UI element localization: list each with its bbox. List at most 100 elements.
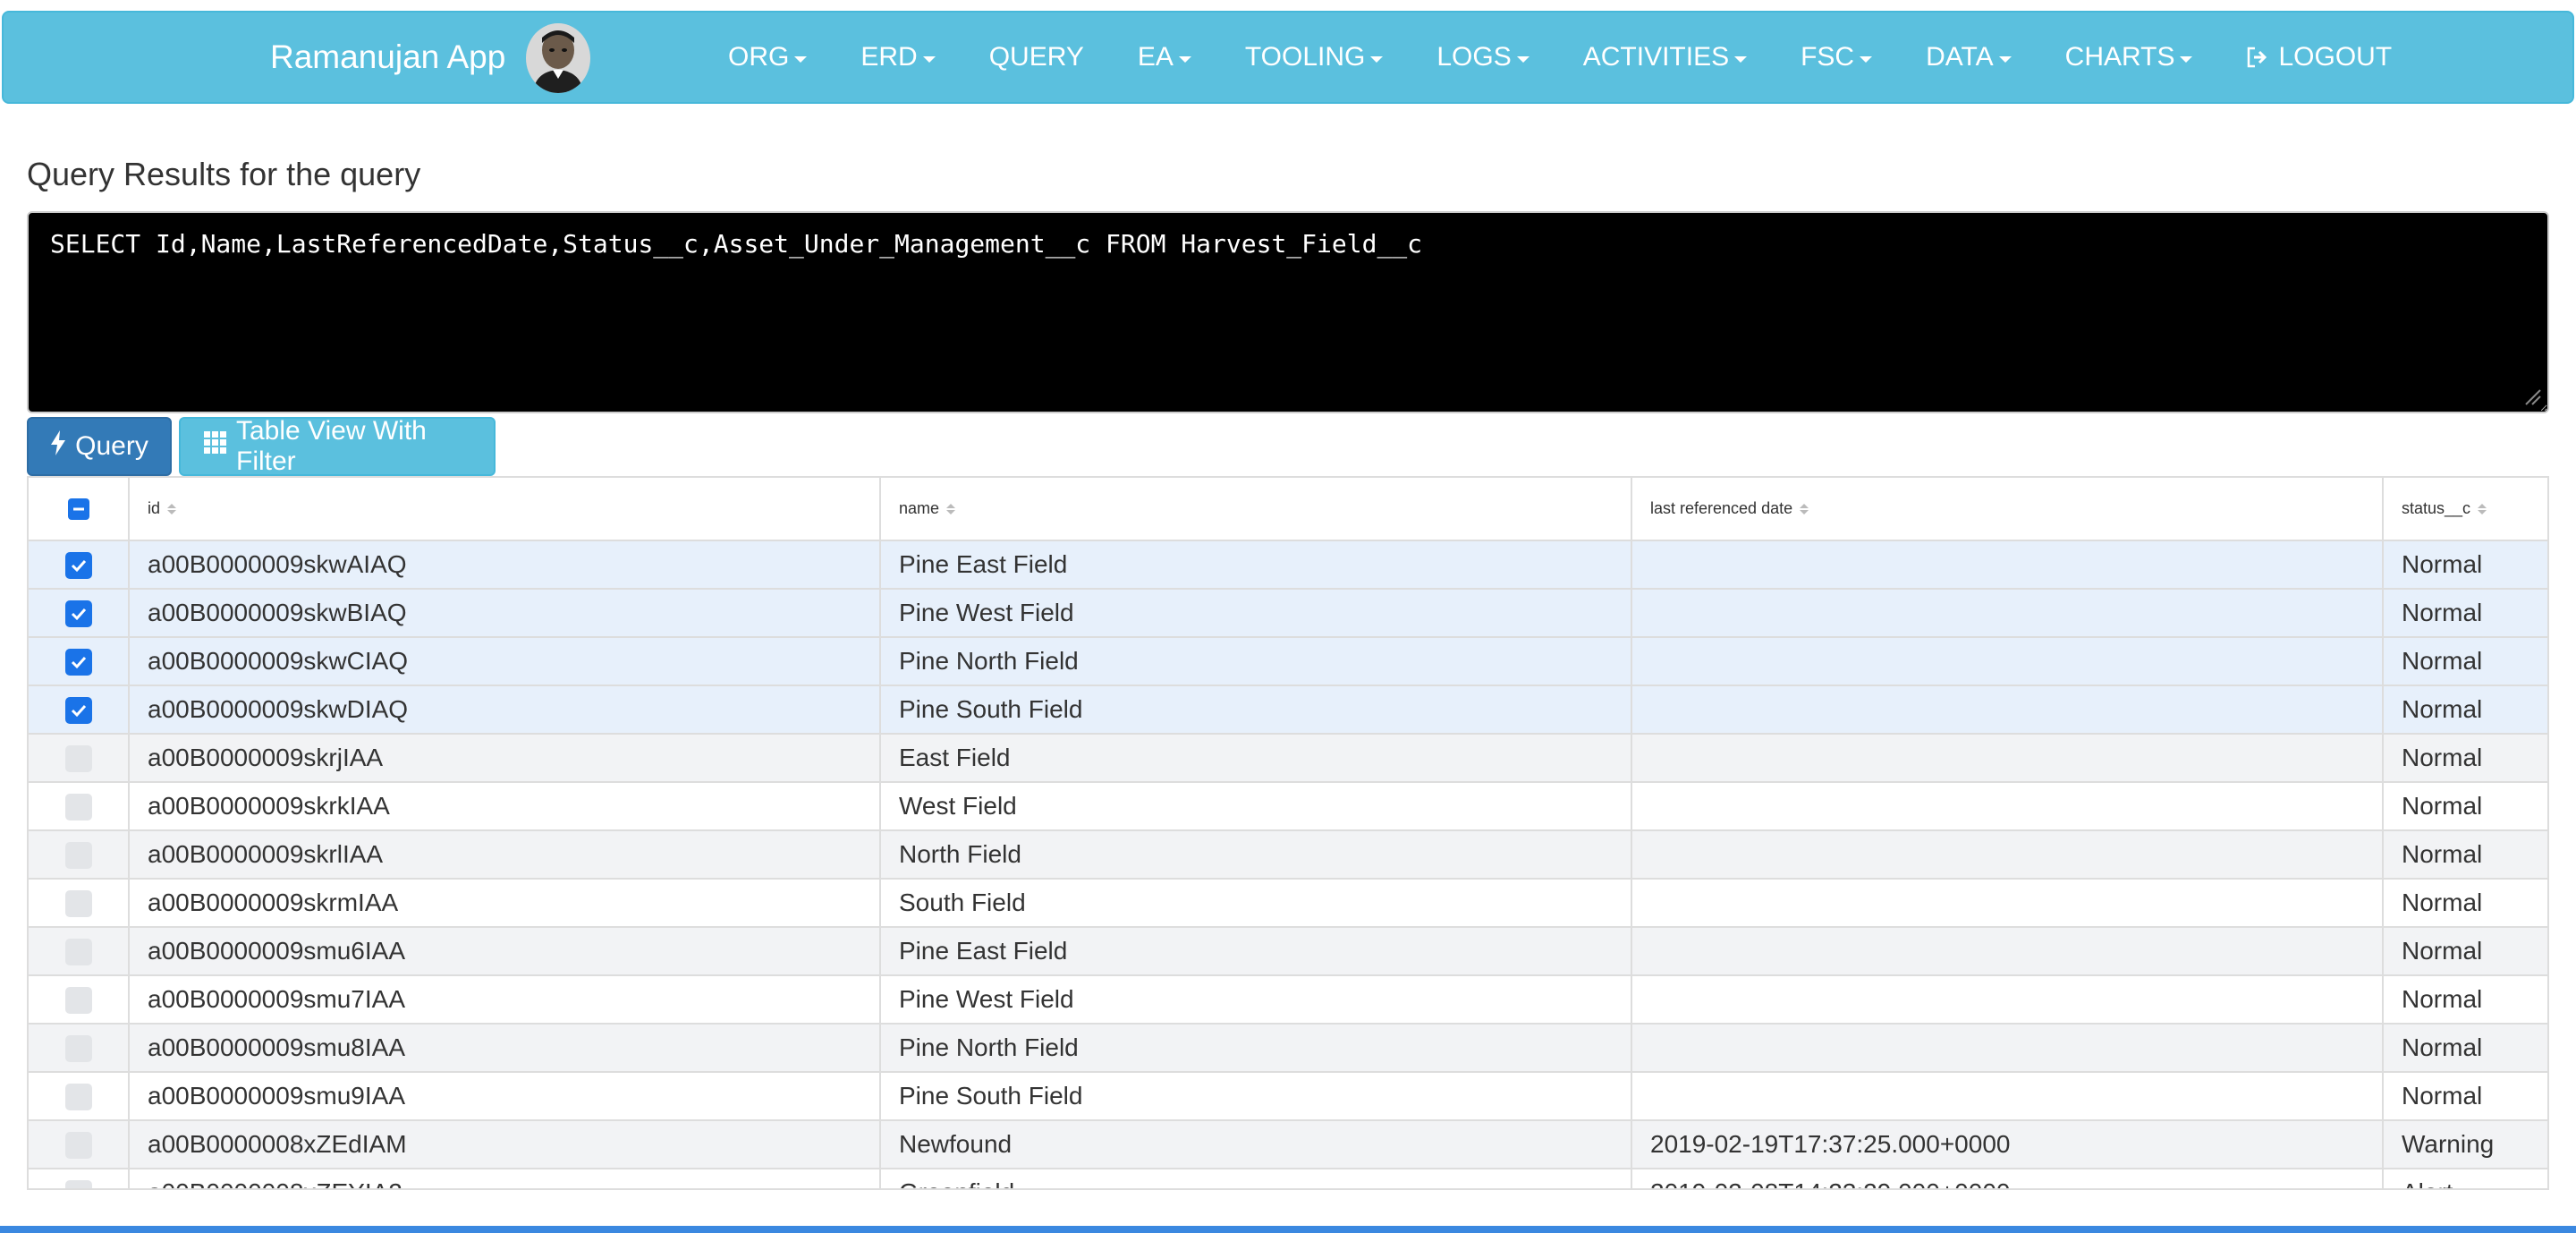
row-checkbox[interactable] [64,600,92,628]
action-buttons: Query Table View With Filter [27,416,496,476]
cell-last-referenced-date [1631,637,2384,686]
nav-item-query[interactable]: QUERY [962,13,1111,102]
query-button[interactable]: Query [27,417,172,476]
table-row[interactable]: a00B0000009smu8IAA Pine North Field Normal [29,1024,2547,1073]
column-header-label: id [148,499,161,517]
bottom-bar [0,1226,2576,1233]
page-title: Query Results for the query [27,156,421,192]
query-editor[interactable]: SELECT Id,Name,LastReferencedDate,Status… [27,211,2549,413]
row-checkbox[interactable] [64,1035,92,1063]
caret-down-icon [1734,55,1748,63]
table-view-filter-button[interactable]: Table View With Filter [179,416,496,476]
column-header-name[interactable]: name [880,478,1632,541]
table-row[interactable]: a00B0000009skrkIAA West Field Normal [29,782,2547,831]
select-all-checkbox[interactable] [67,497,89,520]
table-row[interactable]: a00B0000009skrjIAA East Field Normal [29,734,2547,783]
query-text[interactable]: SELECT Id,Name,LastReferencedDate,Status… [50,229,1422,259]
logout-icon [2246,47,2269,68]
nav-item-tooling[interactable]: TOOLING [1218,13,1410,102]
bolt-icon [50,430,66,463]
column-header-status[interactable]: status__c [2383,478,2547,541]
nav-item-charts[interactable]: CHARTS [2038,13,2220,102]
cell-name: Pine East Field [880,927,1632,976]
table-row[interactable]: a00B0000009skwAIAQ Pine East Field Normal [29,540,2547,590]
table-row[interactable]: a00B0000008xZEYIA2Greenfield2019-02-08T1… [29,1169,2547,1188]
caret-down-icon [1178,55,1191,63]
cell-id: a00B0000009skwCIAQ [129,637,881,686]
cell-id: a00B0000009smu8IAA [129,1024,881,1073]
row-checkbox[interactable] [64,939,92,966]
grid-icon [204,431,227,462]
cell-id: a00B0000009skwAIAQ [129,540,881,590]
table-row[interactable]: a00B0000009smu7IAA Pine West Field Normal [29,975,2547,1025]
row-checkbox[interactable] [64,1132,92,1160]
nav-item-activities[interactable]: ACTIVITIES [1556,13,1774,102]
column-header-id[interactable]: id [129,478,881,541]
cell-status: Normal [2383,830,2547,880]
caret-down-icon [922,55,936,63]
row-checkbox[interactable] [64,794,92,821]
cell-status: Normal [2383,685,2547,735]
nav-item-data[interactable]: DATA [1899,13,2038,102]
nav-item-fsc[interactable]: FSC [1774,13,1899,102]
select-all-cell [29,478,130,541]
cell-status: Warning [2383,1120,2547,1169]
table-row[interactable]: a00B0000009skrlIAA North Field Normal [29,830,2547,880]
cell-name: South Field [880,879,1632,928]
cell-status: Normal [2383,1024,2547,1073]
checkbox-cell [29,1024,130,1073]
nav-item-logout[interactable]: LOGOUT [2219,13,2419,102]
row-checkbox[interactable] [64,1084,92,1111]
row-checkbox[interactable] [64,842,92,870]
sort-icon[interactable] [2478,504,2487,515]
row-checkbox[interactable] [64,697,92,725]
results-table-container: id name last referenced date status__c a… [27,476,2549,1190]
row-checkbox[interactable] [64,649,92,676]
sort-icon[interactable] [946,504,956,515]
checkbox-cell [29,589,130,638]
table-row[interactable]: a00B0000008xZEdIAM Newfound 2019-02-19T17:… [29,1120,2547,1169]
row-checkbox[interactable] [64,1180,92,1188]
nav-item-logs[interactable]: LOGS [1410,13,1555,102]
cell-name: North Field [880,830,1632,880]
nav-menu: ORG ERD QUERY EA TOOLING LOGS ACTIVITIES FSC DAT… [701,13,2419,102]
cell-id: a00B0000008xZEYIA2 [129,1169,881,1188]
cell-last-referenced-date [1631,782,2384,831]
table-row[interactable]: a00B0000009skwDIAQ Pine South Field Normal [29,685,2547,735]
checkbox-cell [29,685,130,735]
cell-last-referenced-date [1631,879,2384,928]
cell-name: West Field [880,782,1632,831]
cell-id: a00B0000009smu9IAA [129,1072,881,1121]
table-row[interactable]: a00B0000009skrmIAA South Field Normal [29,879,2547,928]
checkbox-cell [29,879,130,928]
nav-item-erd[interactable]: ERD [834,13,962,102]
cell-id: a00B0000008xZEdIAM [129,1120,881,1169]
sort-icon[interactable] [1800,504,1809,515]
cell-last-referenced-date: 2019-02-19T17:37:25.000+0000 [1631,1120,2384,1169]
app-title[interactable]: Ramanujan App [270,13,505,102]
table-row[interactable]: a00B0000009smu9IAA Pine South Field Normal [29,1072,2547,1121]
nav-item-ea[interactable]: EA [1111,13,1218,102]
cell-last-referenced-date [1631,734,2384,783]
cell-status: Normal [2383,540,2547,590]
nav-item-label: DATA [1926,42,1994,72]
nav-item-label: TOOLING [1244,42,1366,72]
sort-icon[interactable] [167,504,177,515]
column-header-last-referenced-date[interactable]: last referenced date [1631,478,2384,541]
checkbox-cell [29,637,130,686]
cell-status: Normal [2383,1072,2547,1121]
row-checkbox[interactable] [64,745,92,773]
table-row[interactable]: a00B0000009skwCIAQ Pine North Field Normal [29,637,2547,686]
row-checkbox[interactable] [64,987,92,1015]
table-row[interactable]: a00B0000009smu6IAA Pine East Field Normal [29,927,2547,976]
checkbox-cell [29,1169,130,1188]
table-row[interactable]: a00B0000009skwBIAQ Pine West Field Normal [29,589,2547,638]
cell-status: Normal [2383,879,2547,928]
row-checkbox[interactable] [64,890,92,918]
nav-item-org[interactable]: ORG [701,13,834,102]
checkbox-cell [29,927,130,976]
caret-down-icon [1370,55,1384,63]
cell-name: Greenfield [880,1169,1632,1188]
row-checkbox[interactable] [64,552,92,580]
resize-grip-icon[interactable] [2522,387,2542,406]
